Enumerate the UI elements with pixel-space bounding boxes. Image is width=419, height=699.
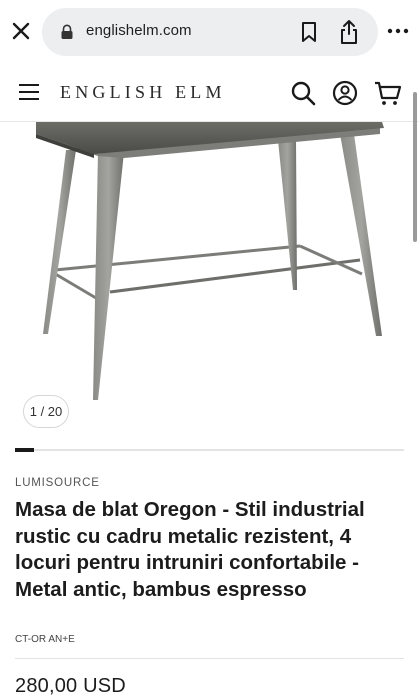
account-icon[interactable] <box>332 80 358 106</box>
browser-toolbar: englishelm.com <box>0 0 419 64</box>
site-header: ENGLISH ELM <box>0 64 419 122</box>
divider <box>15 658 404 659</box>
site-logo[interactable]: ENGLISH ELM <box>60 82 226 103</box>
bookmark-icon[interactable] <box>299 21 319 43</box>
close-icon[interactable] <box>10 20 32 42</box>
share-icon[interactable] <box>338 19 360 45</box>
product-title: Masa de blat Oregon - Stil industrial ru… <box>15 498 365 601</box>
gallery-progress-fill <box>15 448 35 452</box>
lock-icon <box>60 24 74 40</box>
more-icon[interactable] <box>386 22 410 40</box>
cart-icon[interactable] <box>374 80 402 106</box>
url-text: englishelm.com <box>86 22 192 39</box>
product-sku: CT-OR AN+E <box>15 634 75 645</box>
image-counter: 1 / 20 <box>23 395 69 428</box>
menu-icon[interactable] <box>18 83 40 101</box>
gallery-progress <box>15 448 404 452</box>
address-bar[interactable]: englishelm.com <box>42 8 378 56</box>
search-icon[interactable] <box>290 80 316 106</box>
product-price: 280,00 USD <box>15 675 126 697</box>
product-vendor[interactable]: LUMISOURCE <box>15 477 100 489</box>
product-image[interactable] <box>0 122 419 412</box>
